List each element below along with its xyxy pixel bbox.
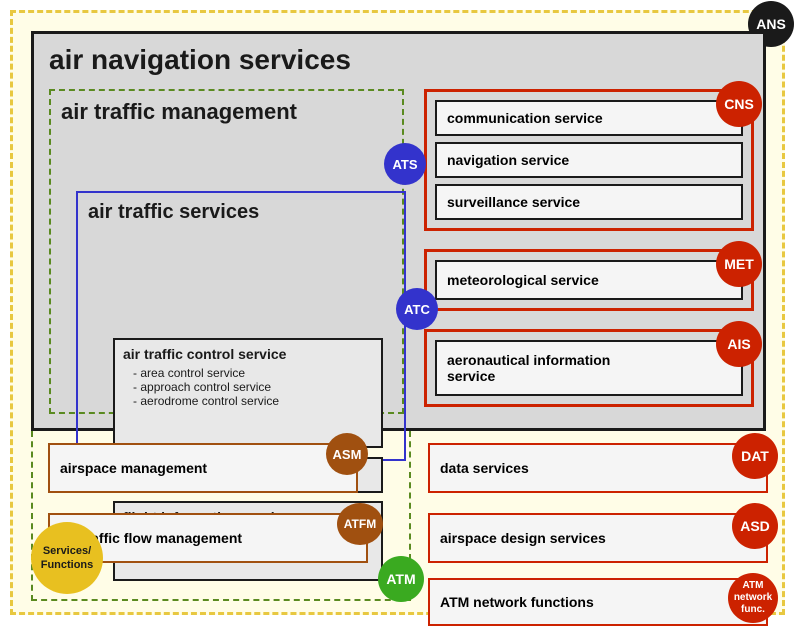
atc-badge: ATC — [396, 288, 438, 330]
ans-title: air navigation services — [34, 34, 763, 81]
met-section: MET meteorological service — [424, 249, 754, 311]
asm-section: ASM airspace management — [48, 443, 358, 493]
dat-section: DAT data services — [428, 443, 768, 493]
atmnet-badge: ATM network func. — [728, 573, 778, 623]
services-functions-badge: Services/ Functions — [31, 522, 103, 594]
ats-title: air traffic services — [78, 193, 404, 228]
ais-item: aeronautical informationservice — [435, 340, 743, 396]
dat-badge: DAT — [732, 433, 778, 479]
asm-container: airspace management — [48, 443, 358, 493]
dat-container: data services — [428, 443, 768, 493]
cns-container: communication service navigation service… — [424, 89, 754, 231]
asd-badge: ASD — [732, 503, 778, 549]
asd-section: ASD airspace design services — [428, 513, 768, 563]
atm-box: air traffic management ATS air traffic s… — [49, 89, 404, 414]
atc-item-1: - area control service — [123, 366, 373, 380]
asd-container: airspace design services — [428, 513, 768, 563]
cns-item-surveillance: surveillance service — [435, 184, 743, 220]
ans-box: air navigation services air traffic mana… — [31, 31, 766, 431]
atc-item-2: - approach control service — [123, 380, 373, 394]
outer-container: ANS air navigation services air traffic … — [10, 10, 785, 615]
ais-section: AIS aeronautical informationservice — [424, 329, 754, 407]
atmnet-section: ATM network func. ATM network functions — [428, 578, 768, 626]
atc-title: air traffic control service — [123, 346, 373, 362]
atc-item-3: - aerodrome control service — [123, 394, 373, 408]
cns-item-communication: communication service — [435, 100, 743, 136]
ais-badge: AIS — [716, 321, 762, 367]
asm-badge: ASM — [326, 433, 368, 475]
ats-badge: ATS — [384, 143, 426, 185]
ats-box: air traffic services ATC air traffic con… — [76, 191, 406, 461]
met-container: meteorological service — [424, 249, 754, 311]
met-badge: MET — [716, 241, 762, 287]
atmnet-container: ATM network functions — [428, 578, 768, 626]
atfm-badge: ATFM — [337, 503, 383, 545]
ais-container: aeronautical informationservice — [424, 329, 754, 407]
cns-section: CNS communication service navigation ser… — [424, 89, 754, 231]
atm-badge: ATM — [378, 556, 424, 602]
atm-title: air traffic management — [51, 91, 402, 129]
met-item: meteorological service — [435, 260, 743, 300]
cns-item-navigation: navigation service — [435, 142, 743, 178]
cns-badge: CNS — [716, 81, 762, 127]
